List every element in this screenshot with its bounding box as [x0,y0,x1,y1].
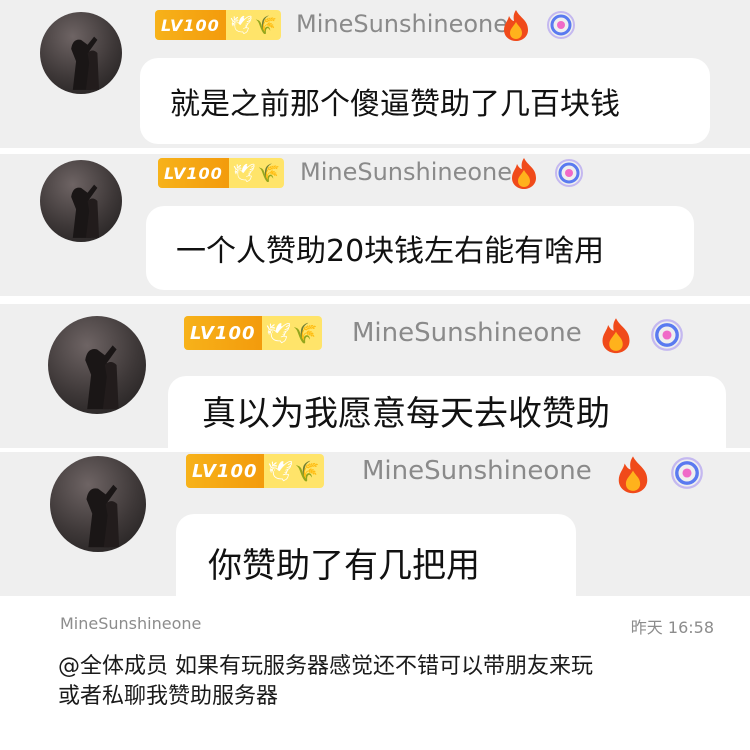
message-bubble: 真以为我愿意每天去收赞助 [168,376,726,448]
level-label: LV100 [158,158,229,188]
message-text: 就是之前那个傻逼赞助了几百块钱 [170,87,620,122]
avatar[interactable] [50,456,146,552]
avatar[interactable] [48,316,146,414]
wheat-icon: 🌾 [294,459,320,483]
swirl-icon [670,456,704,490]
fire-icon [614,454,652,494]
announcement-text: @全体成员 如果有玩服务器感觉还不错可以带朋友来玩 或者私聊我赞助服务器 [58,652,593,712]
message-text: 一个人赞助20块钱左右能有啥用 [176,234,605,269]
level-badge: LV100 🕊 🌾 [155,10,282,40]
announcement-time: 昨天 16:58 [630,618,714,637]
level-badge: LV100 🕊 🌾 [184,316,322,350]
message-bubble: 你赞助了有几把用 [176,514,576,596]
avatar[interactable] [40,160,122,242]
avatar[interactable] [40,12,122,94]
message-bubble: 就是之前那个傻逼赞助了几百块钱 [140,58,710,144]
message-bubble: 一个人赞助20块钱左右能有啥用 [146,206,694,290]
username[interactable]: MineSunshineone [362,456,592,486]
swirl-icon [650,318,684,352]
level-label: LV100 [184,316,262,350]
level-label: LV100 [155,10,226,40]
fire-icon [508,156,540,190]
level-badge: LV100 🕊 🌾 [186,454,324,488]
dove-icon: 🕊 [232,162,256,184]
dove-icon: 🕊 [265,321,291,345]
chat-message: LV100 🕊 🌾 MineSunshineone 真以为我愿意每天去收赞助 [0,304,750,448]
username[interactable]: MineSunshineone [296,10,508,38]
wheat-icon: 🌾 [292,321,318,345]
fire-icon [598,316,634,354]
fire-icon [500,8,532,42]
announcement-username[interactable]: MineSunshineone [60,614,201,633]
wheat-icon: 🌾 [254,14,278,36]
message-text: 真以为我愿意每天去收赞助 [202,394,610,434]
level-badge: LV100 🕊 🌾 [158,158,285,188]
dove-icon: 🕊 [267,459,293,483]
swirl-icon [554,158,584,188]
announcement-line-2: 或者私聊我赞助服务器 [58,684,279,709]
dove-icon: 🕊 [229,14,253,36]
chat-message: LV100 🕊 🌾 MineSunshineone 一个人赞助20块钱左右能有啥用 [0,154,750,296]
swirl-icon [546,10,576,40]
username[interactable]: MineSunshineone [300,158,512,186]
username[interactable]: MineSunshineone [352,318,582,348]
announcement-line-1: @全体成员 如果有玩服务器感觉还不错可以带朋友来玩 [58,654,593,679]
chat-message: LV100 🕊 🌾 MineSunshineone 就是之前那个傻逼赞助了几百块钱 [0,0,750,148]
message-text: 你赞助了有几把用 [208,546,480,586]
group-announcement: MineSunshineone 昨天 16:58 @全体成员 如果有玩服务器感觉… [0,596,750,750]
chat-message: LV100 🕊 🌾 MineSunshineone 你赞助了有几把用 [0,452,750,596]
level-label: LV100 [186,454,264,488]
wheat-icon: 🌾 [257,162,281,184]
